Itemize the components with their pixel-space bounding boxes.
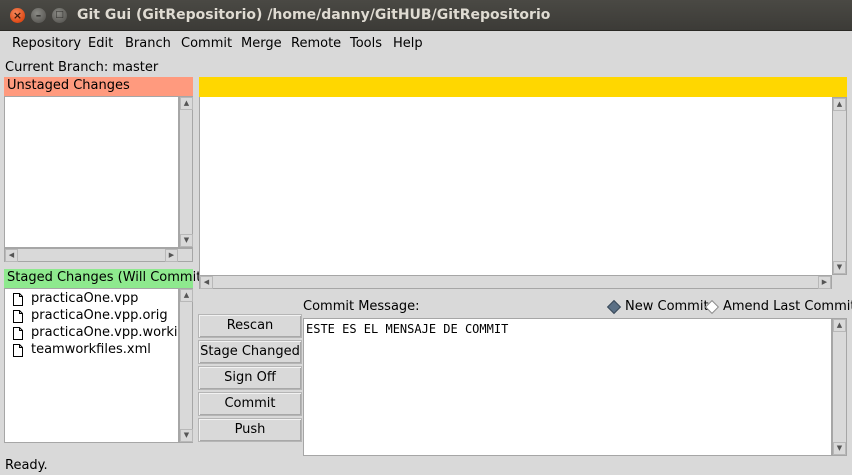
window-title: Git Gui (GitRepositorio) /home/danny/Git…: [77, 7, 551, 23]
unstaged-vertical-scrollbar[interactable]: ▲ ▼: [179, 96, 193, 248]
scroll-up-icon[interactable]: ▲: [833, 319, 846, 332]
menu-remote[interactable]: Remote: [291, 36, 341, 51]
staged-vertical-scrollbar[interactable]: ▲ ▼: [179, 288, 193, 443]
menu-commit[interactable]: Commit: [181, 36, 232, 51]
push-button[interactable]: Push: [198, 418, 302, 442]
scroll-down-icon[interactable]: ▼: [180, 234, 193, 247]
menu-merge[interactable]: Merge: [241, 36, 282, 51]
file-name: teamworkfiles.xml: [31, 342, 151, 357]
menu-repository[interactable]: Repository: [12, 36, 81, 51]
unstaged-file-list[interactable]: [4, 96, 179, 248]
scroll-up-icon[interactable]: ▲: [180, 289, 193, 302]
scroll-down-icon[interactable]: ▼: [833, 261, 846, 274]
diff-vertical-scrollbar[interactable]: ▲ ▼: [832, 97, 847, 275]
title-bar: × – □ Git Gui (GitRepositorio) /home/dan…: [0, 0, 852, 31]
scroll-down-icon[interactable]: ▼: [180, 429, 193, 442]
scroll-down-icon[interactable]: ▼: [833, 442, 846, 455]
radio-selected-icon: [606, 299, 622, 315]
unstaged-changes-header: Unstaged Changes: [4, 77, 193, 96]
menu-branch[interactable]: Branch: [125, 36, 171, 51]
diff-horizontal-scrollbar[interactable]: ◀ ▶: [199, 275, 832, 289]
commit-message-scrollbar[interactable]: ▲ ▼: [832, 318, 847, 456]
minimize-window-icon[interactable]: –: [31, 8, 46, 23]
new-commit-label: New Commit: [625, 299, 709, 314]
file-icon: [13, 293, 23, 306]
scroll-left-icon[interactable]: ◀: [5, 249, 18, 262]
file-name: practicaOne.vpp.orig: [31, 308, 168, 323]
maximize-window-icon[interactable]: □: [52, 8, 67, 23]
sign-off-button[interactable]: Sign Off: [198, 366, 302, 390]
staged-file-list[interactable]: practicaOne.vpp practicaOne.vpp.orig pra…: [4, 288, 179, 443]
staged-changes-header: Staged Changes (Will Commit): [4, 269, 206, 288]
status-bar: Ready.: [5, 458, 48, 473]
scroll-right-icon[interactable]: ▶: [818, 276, 831, 289]
commit-button[interactable]: Commit: [198, 392, 302, 416]
commit-message-input[interactable]: ESTE ES EL MENSAJE DE COMMIT: [303, 318, 832, 456]
close-window-icon[interactable]: ×: [10, 8, 25, 23]
diff-header: [199, 77, 847, 97]
rescan-button[interactable]: Rescan: [198, 314, 302, 338]
commit-message-label: Commit Message:: [303, 299, 420, 314]
file-icon: [13, 310, 23, 323]
stage-changed-button[interactable]: Stage Changed: [198, 340, 302, 364]
scroll-up-icon[interactable]: ▲: [180, 97, 193, 110]
menu-bar: Repository Edit Branch Commit Merge Remo…: [0, 31, 852, 56]
menu-tools[interactable]: Tools: [350, 36, 382, 51]
menu-help[interactable]: Help: [393, 36, 423, 51]
file-name: practicaOne.vpp: [31, 291, 139, 306]
unstaged-horizontal-scrollbar[interactable]: ◀ ▶: [4, 248, 193, 262]
scroll-right-icon[interactable]: ▶: [165, 249, 178, 262]
diff-viewer[interactable]: [199, 97, 832, 275]
file-icon: [13, 344, 23, 357]
file-icon: [13, 327, 23, 340]
current-branch-label: Current Branch: master: [5, 60, 159, 75]
amend-last-commit-label: Amend Last Commit: [723, 299, 852, 314]
scroll-left-icon[interactable]: ◀: [200, 276, 213, 289]
git-gui-window: Repository Edit Branch Commit Merge Remo…: [0, 31, 852, 475]
file-name: practicaOne.vpp.working: [31, 325, 179, 340]
menu-edit[interactable]: Edit: [88, 36, 113, 51]
scroll-up-icon[interactable]: ▲: [833, 98, 846, 111]
